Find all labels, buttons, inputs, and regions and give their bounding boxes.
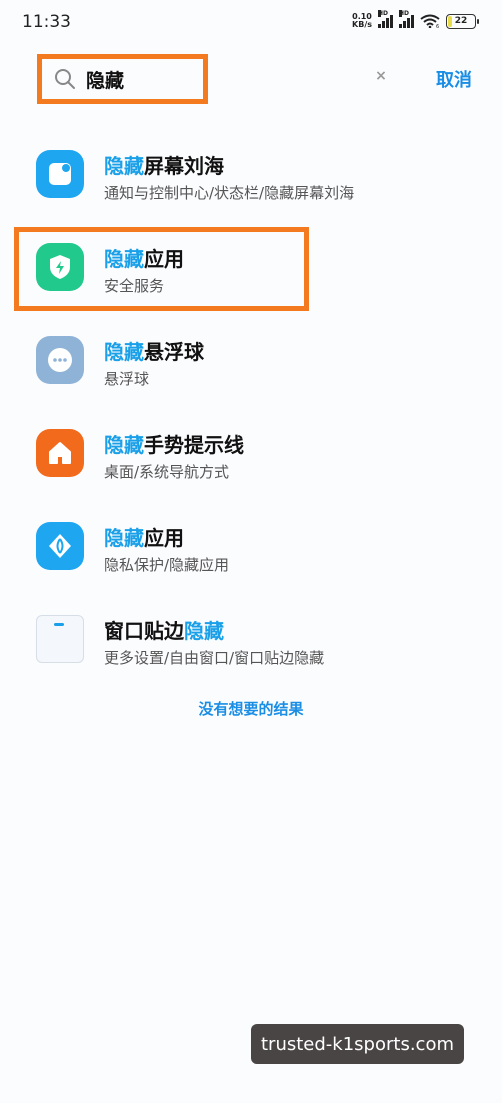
floating-ball-icon bbox=[36, 336, 84, 384]
signal-2-icon: HD bbox=[399, 9, 414, 28]
result-hide-floating-ball[interactable]: 隐藏悬浮球 悬浮球 bbox=[0, 326, 502, 406]
window-edge-icon bbox=[36, 615, 84, 663]
battery-level bbox=[448, 15, 453, 27]
home-gesture-icon bbox=[36, 429, 84, 477]
result-subtitle: 通知与控制中心/状态栏/隐藏屏幕刘海 bbox=[104, 184, 355, 202]
result-title: 隐藏屏幕刘海 bbox=[104, 154, 224, 178]
signal-1-icon: HD bbox=[378, 9, 393, 28]
network-speed: 0.10 KB/s bbox=[352, 12, 372, 29]
search-row: 隐藏 × 取消 bbox=[0, 52, 502, 104]
search-icon bbox=[54, 68, 76, 90]
wifi-icon: 6 bbox=[420, 14, 440, 28]
result-hide-notch[interactable]: 隐藏屏幕刘海 通知与控制中心/状态栏/隐藏屏幕刘海 bbox=[0, 140, 502, 220]
result-subtitle: 更多设置/自由窗口/窗口贴边隐藏 bbox=[104, 649, 325, 667]
notch-icon bbox=[36, 150, 84, 198]
result-window-edge-hide[interactable]: 窗口贴边隐藏 更多设置/自由窗口/窗口贴边隐藏 bbox=[0, 605, 502, 685]
result-subtitle: 隐私保护/隐藏应用 bbox=[104, 556, 230, 574]
status-icons: 0.10 KB/s HD HD 6 22 bbox=[352, 9, 479, 29]
result-title: 隐藏应用 bbox=[104, 526, 184, 550]
result-hide-gesture-line[interactable]: 隐藏手势提示线 桌面/系统导航方式 bbox=[0, 419, 502, 499]
result-hide-apps-privacy[interactable]: 隐藏应用 隐私保护/隐藏应用 bbox=[0, 512, 502, 592]
no-result-link[interactable]: 没有想要的结果 bbox=[0, 698, 502, 719]
result-subtitle: 桌面/系统导航方式 bbox=[104, 463, 230, 481]
result-title: 隐藏手势提示线 bbox=[104, 433, 244, 457]
result-subtitle: 悬浮球 bbox=[104, 370, 150, 388]
result-title: 窗口贴边隐藏 bbox=[104, 619, 224, 643]
result-title: 隐藏悬浮球 bbox=[104, 340, 204, 364]
search-query: 隐藏 bbox=[86, 69, 125, 92]
status-bar: 11:33 0.10 KB/s HD HD 6 22 bbox=[0, 0, 502, 44]
svg-text:6: 6 bbox=[436, 24, 439, 28]
cancel-button[interactable]: 取消 bbox=[436, 66, 472, 92]
privacy-icon bbox=[36, 522, 84, 570]
watermark: trusted-k1sports.com bbox=[251, 1024, 464, 1064]
battery-icon: 22 bbox=[446, 13, 479, 29]
annotation-highlight-frame bbox=[14, 227, 309, 311]
clear-icon[interactable]: × bbox=[371, 66, 391, 86]
search-input[interactable]: 隐藏 bbox=[37, 54, 208, 104]
status-time: 11:33 bbox=[22, 12, 71, 32]
